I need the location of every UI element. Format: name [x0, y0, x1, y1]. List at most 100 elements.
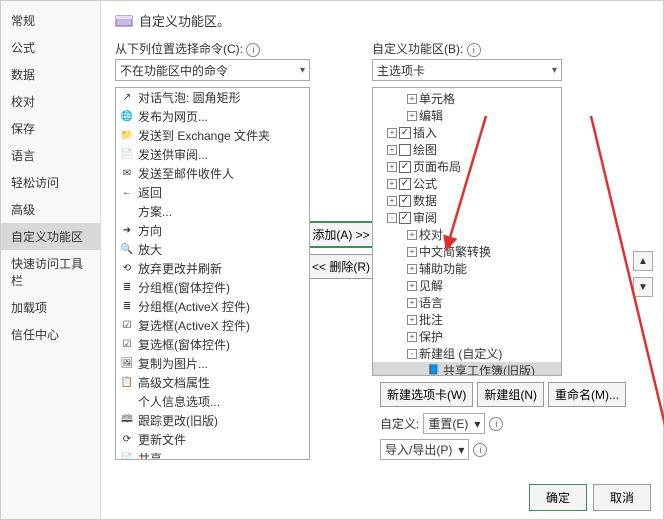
expand-icon[interactable]: +	[407, 264, 417, 274]
command-item[interactable]: 个人信息选项...	[116, 392, 309, 411]
sidebar-item-data[interactable]: 数据	[1, 61, 100, 88]
command-icon: ≣	[120, 281, 134, 295]
sidebar-item-language[interactable]: 语言	[1, 142, 100, 169]
rename-button[interactable]: 重命名(M)...	[548, 382, 626, 407]
command-item[interactable]: 📁发送到 Exchange 文件夹	[116, 126, 309, 145]
command-item[interactable]: ☑复选框(窗体控件)	[116, 335, 309, 354]
import-export-combo[interactable]: 导入/导出(P)▾	[380, 439, 469, 460]
tree-node[interactable]: +✓数据	[373, 192, 561, 209]
tree-node[interactable]: +见解	[373, 277, 561, 294]
new-group-button[interactable]: 新建组(N)	[477, 382, 544, 407]
command-item[interactable]: 📄共享	[116, 449, 309, 460]
tree-checkbox[interactable]: ✓	[399, 212, 411, 224]
tree-node[interactable]: +中文简繁转换	[373, 243, 561, 260]
tree-node[interactable]: +✓页面布局	[373, 158, 561, 175]
sidebar-item-general[interactable]: 常规	[1, 7, 100, 34]
expand-icon[interactable]: +	[407, 230, 417, 240]
tree-node[interactable]: +✓公式	[373, 175, 561, 192]
sidebar-item-formulas[interactable]: 公式	[1, 34, 100, 61]
command-item[interactable]: 📋高级文档属性	[116, 373, 309, 392]
command-icon: 🔍	[120, 243, 134, 257]
tree-node[interactable]: 📘共享工作簿(旧版)	[373, 362, 561, 376]
add-button[interactable]: 添加(A) >>	[304, 221, 377, 248]
command-icon: ⟲	[120, 262, 134, 276]
sidebar-item-quick-access[interactable]: 快速访问工具栏	[1, 250, 100, 294]
expand-icon[interactable]: +	[407, 111, 417, 121]
tree-label: 见解	[419, 277, 443, 294]
ok-button[interactable]: 确定	[529, 484, 587, 511]
sidebar-item-customize-ribbon[interactable]: 自定义功能区	[1, 223, 100, 250]
sidebar-item-addins[interactable]: 加载项	[1, 294, 100, 321]
choose-commands-combo[interactable]: 不在功能区中的命令 ▾	[115, 59, 310, 81]
command-item[interactable]: ≣分组框(ActiveX 控件)	[116, 297, 309, 316]
expand-icon[interactable]: +	[407, 332, 417, 342]
tree-checkbox[interactable]	[399, 144, 411, 156]
expand-icon[interactable]: +	[407, 315, 417, 325]
tree-node[interactable]: +✓插入	[373, 124, 561, 141]
tree-node[interactable]: +语言	[373, 294, 561, 311]
command-item[interactable]: ↗对话气泡: 圆角矩形	[116, 88, 309, 107]
command-item[interactable]: ☑复选框(ActiveX 控件)	[116, 316, 309, 335]
reset-combo[interactable]: 重置(E)▾	[423, 413, 485, 434]
tree-label: 语言	[419, 294, 443, 311]
expand-icon[interactable]: +	[407, 281, 417, 291]
sidebar-item-advanced[interactable]: 高级	[1, 196, 100, 223]
tree-node[interactable]: +单元格	[373, 90, 561, 107]
tree-checkbox[interactable]: ✓	[399, 161, 411, 173]
tree-node[interactable]: +校对	[373, 226, 561, 243]
command-item[interactable]: ⟲放弃更改并刷新	[116, 259, 309, 278]
collapse-icon[interactable]: -	[387, 213, 397, 223]
tree-checkbox[interactable]: ✓	[399, 178, 411, 190]
command-item[interactable]: ✉发送至邮件收件人	[116, 164, 309, 183]
tree-node[interactable]: -✓审阅	[373, 209, 561, 226]
sidebar-item-proofing[interactable]: 校对	[1, 88, 100, 115]
expand-icon[interactable]: +	[387, 179, 397, 189]
sidebar-item-trust-center[interactable]: 信任中心	[1, 321, 100, 348]
tree-label: 共享工作簿(旧版)	[443, 362, 535, 376]
expand-icon[interactable]: +	[387, 145, 397, 155]
remove-button[interactable]: << 删除(R)	[305, 254, 377, 279]
expand-icon[interactable]: +	[407, 94, 417, 104]
sidebar-item-save[interactable]: 保存	[1, 115, 100, 142]
command-icon: 🖼	[120, 357, 134, 371]
expand-icon[interactable]: +	[387, 162, 397, 172]
expand-icon[interactable]: +	[387, 128, 397, 138]
tree-node[interactable]: +辅助功能	[373, 260, 561, 277]
cancel-button[interactable]: 取消	[593, 484, 651, 511]
move-up-button[interactable]: ▲	[633, 251, 653, 271]
sidebar-item-accessibility[interactable]: 轻松访问	[1, 169, 100, 196]
command-item[interactable]: ➜方向	[116, 221, 309, 240]
expand-icon[interactable]: +	[387, 196, 397, 206]
tree-node[interactable]: +保护	[373, 328, 561, 345]
tree-node[interactable]: +绘图	[373, 141, 561, 158]
command-item[interactable]: 🌐发布为网页...	[116, 107, 309, 126]
info-icon[interactable]: i	[489, 417, 503, 431]
tree-label: 辅助功能	[419, 260, 467, 277]
info-icon[interactable]: i	[467, 43, 481, 57]
ribbon-tree[interactable]: +单元格+编辑+✓插入+绘图+✓页面布局+✓公式+✓数据-✓审阅+校对+中文简繁…	[372, 87, 562, 376]
tree-node[interactable]: +批注	[373, 311, 561, 328]
command-item[interactable]: ≣分组框(窗体控件)	[116, 278, 309, 297]
collapse-icon[interactable]: -	[407, 349, 417, 359]
expand-icon[interactable]: +	[407, 298, 417, 308]
tree-node[interactable]: +编辑	[373, 107, 561, 124]
command-icon: ⟳	[120, 433, 134, 447]
new-tab-button[interactable]: 新建选项卡(W)	[380, 382, 473, 407]
command-item[interactable]: ←返回	[116, 183, 309, 202]
tree-checkbox[interactable]: ✓	[399, 195, 411, 207]
command-label: 放大	[138, 241, 162, 258]
command-item[interactable]: 🕮跟踪更改(旧版)	[116, 411, 309, 430]
command-item[interactable]: 🖼复制为图片...	[116, 354, 309, 373]
move-down-button[interactable]: ▼	[633, 277, 653, 297]
tree-checkbox[interactable]: ✓	[399, 127, 411, 139]
info-icon[interactable]: i	[246, 43, 260, 57]
command-item[interactable]: 🔍 放大	[116, 240, 309, 259]
info-icon[interactable]: i	[473, 443, 487, 457]
tree-node[interactable]: -新建组 (自定义)	[373, 345, 561, 362]
expand-icon[interactable]: +	[407, 247, 417, 257]
command-item[interactable]: 方案...	[116, 202, 309, 221]
command-item[interactable]: 📄发送供审阅...	[116, 145, 309, 164]
customize-ribbon-combo[interactable]: 主选项卡 ▾	[372, 59, 562, 81]
commands-listbox[interactable]: ↗对话气泡: 圆角矩形🌐发布为网页...📁发送到 Exchange 文件夹📄发送…	[115, 87, 310, 460]
command-item[interactable]: ⟳更新文件	[116, 430, 309, 449]
